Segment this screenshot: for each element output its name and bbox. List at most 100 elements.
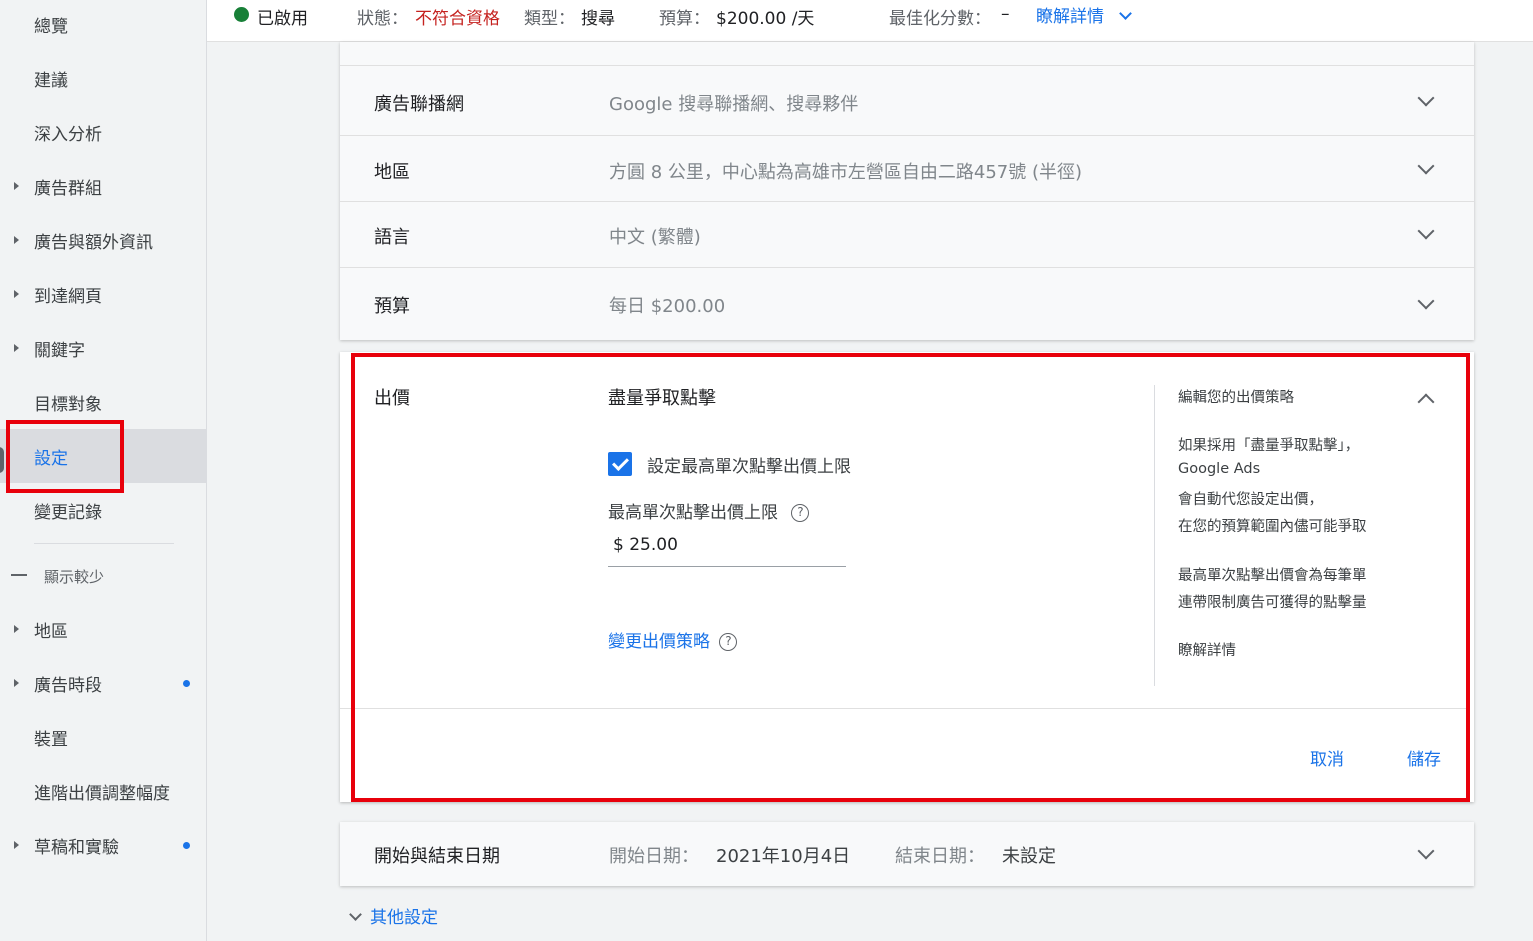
budget-label: 預算： [659, 9, 710, 29]
sidebar-item-locations[interactable]: 地區 [0, 602, 206, 656]
vertical-divider [1154, 385, 1155, 686]
sidebar-item-overview[interactable]: 總覽 [0, 0, 206, 51]
cancel-button[interactable]: 取消 [1310, 745, 1344, 770]
expand-arrow-icon [14, 679, 19, 687]
sidebar-item-label: 關鍵字 [34, 340, 85, 361]
sidebar-item-label: 地區 [34, 621, 68, 642]
end-date-label: 結束日期： [895, 846, 985, 867]
change-bid-strategy-link[interactable]: 變更出價策略 ? [608, 627, 738, 652]
optimization-score-value: – [1001, 4, 1010, 24]
status-value: 不符合資格 [415, 9, 500, 29]
expand-arrow-icon [14, 182, 19, 190]
sidebar-item-insights[interactable]: 深入分析 [0, 105, 206, 159]
sidebar-item-devices[interactable]: 裝置 [0, 710, 206, 764]
sidebar-item-landing-pages[interactable]: 到達網頁 [0, 267, 206, 321]
start-date-value: 2021年10月4日 [716, 846, 851, 867]
max-cpc-checkbox-label: 設定最高單次點擊出價上限 [647, 457, 851, 477]
budget-value: $200.00 /天 [716, 9, 815, 29]
sidebar-item-audiences[interactable]: 目標對象 [0, 375, 206, 429]
minus-icon [11, 574, 27, 576]
sidebar-item-label: 深入分析 [34, 124, 102, 145]
help-icon[interactable]: ? [791, 504, 810, 522]
sidebar-item-settings[interactable]: 設定 [0, 429, 206, 483]
save-button[interactable]: 儲存 [1407, 745, 1441, 770]
help-text-line: 最高單次點擊出價會為每筆單 [1178, 568, 1367, 584]
show-less-toggle[interactable]: 顯示較少 [0, 558, 206, 594]
max-cpc-input[interactable]: $ 25.00 [613, 535, 678, 555]
setting-value: 每日 $200.00 [609, 296, 726, 317]
show-less-label: 顯示較少 [44, 568, 105, 586]
expand-arrow-icon [14, 344, 19, 352]
sidebar-item-label: 到達網頁 [34, 286, 102, 307]
sidebar-item-advanced-bid-adjustments[interactable]: 進階出價調整幅度 [0, 764, 206, 818]
setting-row-network[interactable]: 廣告聯播網 Google 搜尋聯播網、搜尋夥伴 [340, 66, 1474, 136]
expand-arrow-icon [14, 236, 19, 244]
start-date-label: 開始日期： [609, 846, 699, 867]
setting-value: 方圓 8 公里，中心點為高雄市左營區自由二路457號 (半徑) [609, 162, 1083, 183]
input-underline [608, 566, 846, 567]
setting-name: 地區 [374, 162, 410, 183]
max-cpc-field-label: 最高單次點擊出價上限 ? [608, 498, 810, 523]
active-indicator-icon [0, 447, 4, 473]
help-icon[interactable]: ? [719, 633, 738, 651]
help-text-line: 連帶限制廣告可獲得的點擊量 [1178, 595, 1367, 611]
setting-row-dates[interactable]: 開始與結束日期 開始日期： 2021年10月4日 結束日期： 未設定 [340, 822, 1474, 886]
sidebar-item-drafts-experiments[interactable]: 草稿和實驗 [0, 818, 206, 872]
enabled-label: 已啟用 [257, 9, 308, 29]
panel-top-edge [340, 42, 1474, 66]
bid-strategy-name: 盡量爭取點擊 [608, 388, 716, 409]
sidebar-item-label: 廣告群組 [34, 178, 102, 199]
chevron-down-icon [1417, 89, 1435, 107]
sidebar-item-ad-groups[interactable]: 廣告群組 [0, 159, 206, 213]
sidebar-item-label: 目標對象 [34, 394, 102, 415]
expand-arrow-icon [14, 290, 19, 298]
help-text-line: Google Ads [1178, 461, 1261, 477]
sidebar-item-label: 設定 [34, 448, 68, 469]
help-panel-title: 編輯您的出價策略 [1178, 390, 1294, 406]
bidding-section-name: 出價 [374, 388, 410, 409]
setting-value: 中文 (繁體) [609, 227, 701, 248]
chevron-down-icon [1119, 7, 1133, 20]
sidebar-item-label: 變更記錄 [34, 502, 102, 523]
type-label: 類型： [524, 9, 575, 29]
setting-row-location[interactable]: 地區 方圓 8 公里，中心點為高雄市左營區自由二路457號 (半徑) [340, 136, 1474, 202]
chevron-down-icon [1417, 292, 1435, 310]
chevron-down-icon [1417, 157, 1435, 175]
learn-more-label: 瞭解詳情 [1036, 7, 1104, 27]
help-text-line: 會自動代您設定出價， [1178, 492, 1323, 508]
sidebar-item-ad-schedule[interactable]: 廣告時段 [0, 656, 206, 710]
help-learn-more-link[interactable]: 瞭解詳情 [1178, 639, 1236, 660]
setting-name: 預算 [374, 296, 410, 317]
sidebar-nav: 總覽 建議 深入分析 廣告群組 廣告與額外資訊 到達網頁 關鍵字 目標對象 設定… [0, 0, 207, 941]
chevron-down-icon [349, 908, 362, 921]
max-cpc-limit-checkbox[interactable] [608, 452, 632, 476]
sidebar-item-label: 廣告與額外資訊 [34, 232, 153, 253]
sidebar-item-ads-extensions[interactable]: 廣告與額外資訊 [0, 213, 206, 267]
notification-dot-icon [183, 842, 190, 849]
more-settings-label: 其他設定 [370, 908, 438, 928]
end-date-value: 未設定 [1002, 846, 1056, 867]
setting-row-language[interactable]: 語言 中文 (繁體) [340, 202, 1474, 268]
chevron-down-icon [1417, 842, 1435, 860]
chevron-down-icon [1417, 222, 1435, 240]
help-text-line: 在您的預算範圍內儘可能爭取 [1178, 519, 1367, 535]
campaign-status-bar: 已啟用 狀態： 不符合資格 類型： 搜尋 預算： $200.00 /天 最佳化分… [207, 0, 1533, 42]
setting-name: 語言 [374, 227, 410, 248]
type-value: 搜尋 [581, 9, 615, 29]
setting-name: 開始與結束日期 [374, 846, 500, 867]
sidebar-item-change-history[interactable]: 變更記錄 [0, 483, 206, 537]
more-settings-toggle[interactable]: 其他設定 [346, 903, 438, 928]
campaign-settings-panel: 廣告聯播網 Google 搜尋聯播網、搜尋夥伴 地區 方圓 8 公里，中心點為高… [340, 42, 1474, 340]
learn-more-link[interactable]: 瞭解詳情 [1036, 2, 1133, 27]
sidebar-item-label: 建議 [34, 70, 68, 91]
sidebar-divider [34, 543, 174, 544]
enabled-status-icon [234, 7, 249, 22]
help-text-line: 如果採用「盡量爭取點擊」， [1178, 438, 1360, 454]
sidebar-item-recommendations[interactable]: 建議 [0, 51, 206, 105]
sidebar-item-label: 裝置 [34, 729, 68, 750]
footer-divider [340, 708, 1466, 709]
setting-row-budget[interactable]: 預算 每日 $200.00 [340, 268, 1474, 340]
sidebar-item-label: 草稿和實驗 [34, 837, 119, 858]
sidebar-item-keywords[interactable]: 關鍵字 [0, 321, 206, 375]
status-label: 狀態： [357, 9, 408, 29]
